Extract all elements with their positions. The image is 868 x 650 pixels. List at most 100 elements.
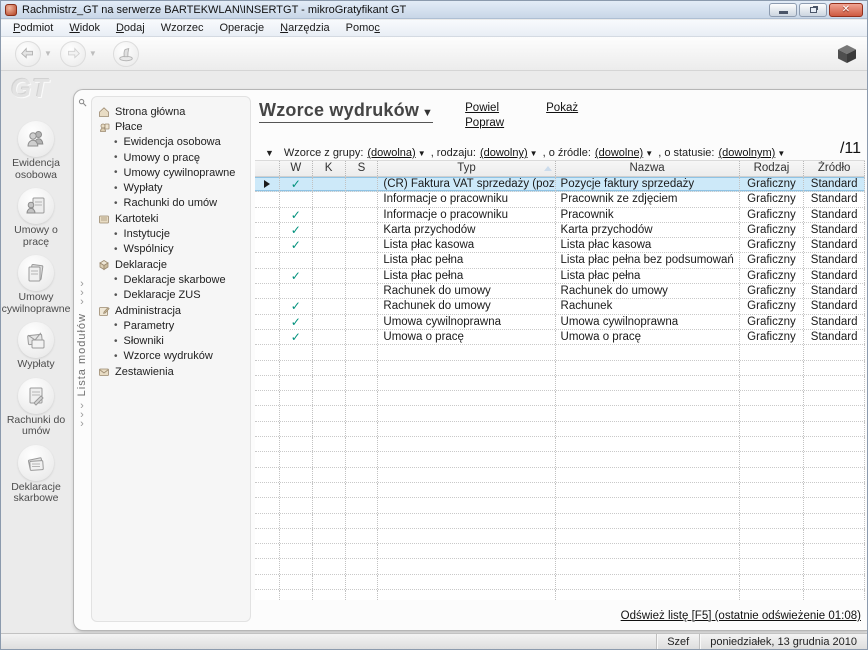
- back-dropdown-icon[interactable]: ▼: [44, 49, 52, 58]
- menu-item-wzorzec[interactable]: Wzorzec: [153, 21, 212, 35]
- column-header-nazwa[interactable]: Nazwa: [556, 161, 740, 176]
- status-date: poniedziałek, 13 grudnia 2010: [699, 634, 867, 649]
- table-empty-row: [255, 559, 865, 574]
- cell-nazwa: Rachunek do umowy: [556, 284, 740, 298]
- cell-typ: Informacje o pracowniku: [378, 208, 555, 222]
- module-item-deklaracje-skarbowe[interactable]: Deklaracje skarbowe: [2, 445, 70, 505]
- chevron-down-icon[interactable]: ▼: [530, 149, 538, 158]
- tree-item-ewidencja-osobowa[interactable]: •Ewidencja osobowa: [98, 135, 246, 150]
- table-empty-row: [255, 498, 865, 513]
- column-header-w[interactable]: W: [280, 161, 313, 176]
- forward-arrow-icon: [64, 45, 82, 63]
- filter-wzorce-z-grupy-dropdown[interactable]: (dowolna): [367, 147, 415, 159]
- powiel-link[interactable]: Powiel: [465, 102, 504, 114]
- close-button[interactable]: ✕: [829, 3, 863, 17]
- tree-item-wspolnicy[interactable]: •Wspólnicy: [98, 242, 246, 257]
- filter-icon[interactable]: ▼: [265, 148, 274, 158]
- forward-dropdown-icon[interactable]: ▼: [89, 49, 97, 58]
- tree-item-kartoteki[interactable]: Kartoteki: [98, 211, 246, 226]
- module-item-umowy-o-prace[interactable]: Umowy o pracę: [2, 188, 70, 248]
- table-row[interactable]: ✓Umowa o pracęUmowa o pracęGraficznyStan…: [255, 330, 865, 345]
- strip-chevrons-top[interactable]: ›››: [80, 280, 84, 307]
- modules-strip: ››› Lista modułów ›››: [74, 90, 90, 630]
- table-row[interactable]: ✓Lista płac pełnaLista płac pełnaGraficz…: [255, 269, 865, 284]
- module-item-wyplaty[interactable]: Wypłaty: [2, 322, 70, 371]
- tree-item-zestawienia[interactable]: Zestawienia: [98, 364, 246, 379]
- table-empty-row: [255, 406, 865, 421]
- column-header-rodzaj[interactable]: Rodzaj: [740, 161, 805, 176]
- cell-nazwa: Lista płac pełna: [556, 269, 740, 283]
- cell-typ: Lista płac kasowa: [378, 238, 555, 252]
- tree-item-administracja[interactable]: Administracja: [98, 303, 246, 318]
- tree-item-place[interactable]: Płace: [98, 119, 246, 134]
- tree-item-umowy-o-prace[interactable]: •Umowy o pracę: [98, 150, 246, 165]
- filter-o-zrodle-dropdown[interactable]: (dowolne): [595, 147, 643, 159]
- table-empty-row: [255, 391, 865, 406]
- chevron-down-icon[interactable]: ▼: [777, 149, 785, 158]
- table-row[interactable]: Lista płac pełnaLista płac pełna bez pod…: [255, 253, 865, 268]
- record-count: /11: [840, 140, 861, 158]
- tree-item-parametry[interactable]: •Parametry: [98, 318, 246, 333]
- module-item-rachunki-do-umow[interactable]: Rachunki do umów: [2, 378, 70, 438]
- tree-item-wyplaty[interactable]: •Wypłaty: [98, 180, 246, 195]
- nav-tree: Strona głównaPłace•Ewidencja osobowa•Umo…: [91, 96, 251, 622]
- tree-item-umowy-cywilnoprawne[interactable]: •Umowy cywilnoprawne: [98, 165, 246, 180]
- check-icon: ✓: [280, 315, 312, 329]
- cell-rodzaj: Graficzny: [740, 177, 805, 191]
- table-row[interactable]: ✓Rachunek do umowyRachunekGraficznyStand…: [255, 299, 865, 314]
- modules-strip-label[interactable]: Lista modułów: [76, 313, 88, 396]
- bullet-icon: •: [114, 290, 118, 301]
- restore-button[interactable]: [799, 3, 827, 17]
- pin-icon[interactable]: [78, 98, 87, 110]
- stamp-button[interactable]: [113, 41, 139, 67]
- tree-item-instytucje[interactable]: •Instytucje: [98, 226, 246, 241]
- title-bar[interactable]: Rachmistrz_GT na serwerze BARTEKWLAN\INS…: [1, 1, 867, 19]
- check-icon: ✓: [280, 269, 312, 283]
- filter-rodzaju-dropdown[interactable]: (dowolny): [480, 147, 528, 159]
- module-item-ewidencja-osobowa[interactable]: Ewidencja osobowa: [2, 121, 70, 181]
- column-header-marker[interactable]: [255, 161, 280, 176]
- tree-item-slowniki[interactable]: •Słowniki: [98, 333, 246, 348]
- column-header-s[interactable]: S: [346, 161, 379, 176]
- column-header-zrodlo[interactable]: Źródło: [804, 161, 865, 176]
- pokaz-link[interactable]: Pokaż: [546, 102, 578, 114]
- tree-item-wzorce-wydrukow[interactable]: •Wzorce wydruków: [98, 349, 246, 364]
- check-icon: ✓: [280, 223, 312, 237]
- minimize-button[interactable]: [769, 3, 797, 17]
- nav-forward-button[interactable]: [60, 41, 86, 67]
- table-row[interactable]: ✓Umowa cywilnoprawnaUmowa cywilnoprawnaG…: [255, 315, 865, 330]
- menu-item-widok[interactable]: Widok: [61, 21, 108, 35]
- tree-item-rachunki-do-umow[interactable]: •Rachunki do umów: [98, 196, 246, 211]
- cell-zrodlo: Standard: [804, 330, 865, 344]
- tree-item-strona-glowna[interactable]: Strona główna: [98, 104, 246, 119]
- chevron-down-icon[interactable]: ▼: [418, 149, 426, 158]
- table-row[interactable]: ✓Lista płac kasowaLista płac kasowaGrafi…: [255, 238, 865, 253]
- menu-item-pomoc[interactable]: Pomoc: [338, 21, 388, 35]
- menu-item-operacje[interactable]: Operacje: [211, 21, 272, 35]
- menu-item-dodaj[interactable]: Dodaj: [108, 21, 153, 35]
- tree-item-deklaracje-zus[interactable]: •Deklaracje ZUS: [98, 288, 246, 303]
- table-row[interactable]: ✓(CR) Faktura VAT sprzedaży (pozycje)Poz…: [255, 177, 865, 192]
- refresh-list-link[interactable]: Odśwież listę [F5] (ostatnie odświeżenie…: [621, 610, 861, 622]
- bills-icon: [18, 378, 54, 414]
- cell-rodzaj: Graficzny: [740, 238, 805, 252]
- module-item-umowy-cywilnoprawne[interactable]: Umowy cywilnoprawne: [2, 255, 70, 315]
- strip-chevrons-bottom[interactable]: ›››: [80, 402, 84, 429]
- tree-item-deklaracje[interactable]: Deklaracje: [98, 257, 246, 272]
- table-row[interactable]: ✓Karta przychodówKarta przychodówGraficz…: [255, 223, 865, 238]
- table-header-row: WKSTypNazwaRodzajŹródło: [255, 161, 865, 177]
- column-header-k[interactable]: K: [313, 161, 346, 176]
- menu-item-podmiot[interactable]: Podmiot: [5, 21, 61, 35]
- nav-back-button[interactable]: [15, 41, 41, 67]
- table-row[interactable]: ✓Informacje o pracownikuPracownikGraficz…: [255, 208, 865, 223]
- table-row[interactable]: Rachunek do umowyRachunek do umowyGrafic…: [255, 284, 865, 299]
- table-row[interactable]: Informacje o pracownikuPracownik ze zdję…: [255, 192, 865, 207]
- chevron-down-icon[interactable]: ▼: [645, 149, 653, 158]
- cell-rodzaj: Graficzny: [740, 299, 805, 313]
- page-title[interactable]: Wzorce wydruków▼: [259, 100, 433, 123]
- popraw-link[interactable]: Popraw: [465, 117, 504, 129]
- tree-item-deklaracje-skarbowe[interactable]: •Deklaracje skarbowe: [98, 272, 246, 287]
- menu-item-narzedzia[interactable]: Narzędzia: [272, 21, 338, 35]
- column-header-typ[interactable]: Typ: [378, 161, 555, 176]
- filter-o-statusie-dropdown[interactable]: (dowolnym): [718, 147, 775, 159]
